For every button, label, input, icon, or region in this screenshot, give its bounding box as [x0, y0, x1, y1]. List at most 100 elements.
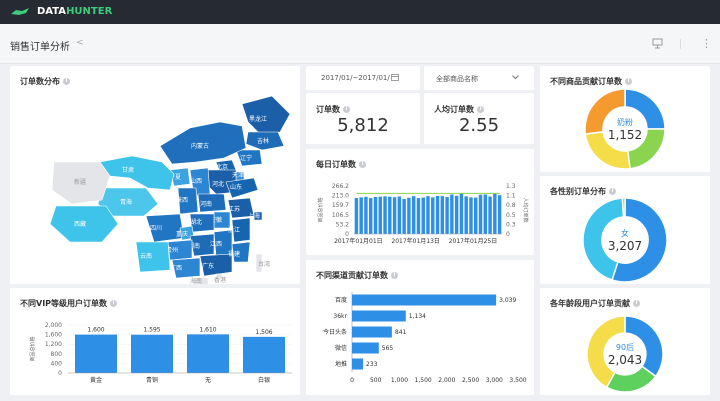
bar — [352, 342, 379, 354]
age-donut-chart[interactable]: 90后2,043 — [540, 288, 710, 395]
province-shape — [241, 95, 291, 135]
order-count-value: 5,812 — [337, 115, 389, 136]
vip-bar-chart: 2,000 1,600 1,200 800 400 0 商品总价格 1,600 黄金 1,595 青… — [29, 322, 292, 384]
bar-value-label: 841 — [395, 329, 407, 336]
x-tick-label: 1,500 — [415, 377, 432, 384]
display-icon[interactable] — [652, 38, 663, 49]
y-tick-label: 微信 — [335, 344, 347, 352]
donut-center-label: 90后 — [616, 342, 634, 352]
bar — [440, 196, 445, 234]
donut-center-value: 2,043 — [608, 353, 642, 367]
x-tick-label: 500 — [370, 377, 382, 384]
x-tick-label: 2,000 — [438, 377, 455, 384]
y-tick-label: 百度 — [335, 296, 347, 304]
top-bar: DATAHUNTER — [0, 0, 720, 24]
province-label: 云南 — [140, 252, 152, 260]
bar-value-label: 565 — [382, 345, 394, 352]
y-tick-label: 266.2 — [332, 183, 349, 190]
y-tick-label: 36kr — [333, 313, 347, 320]
donut-center-value: 3,207 — [608, 239, 642, 253]
product-select[interactable]: 全部商品名称 — [424, 66, 534, 90]
channel-orders-card: 不同渠道贡献订单数 i 0 500 1,000 1,500 2,000 2,500 3,000… — [306, 260, 534, 395]
bar-value-label: 3,039 — [499, 297, 516, 304]
bar — [397, 196, 402, 234]
avg-orders-value: 2.55 — [458, 115, 500, 136]
y-tick-label: 800 — [51, 351, 63, 358]
y-tick-label: 53.2 — [336, 221, 350, 228]
avg-orders-card: 人均订单数 i 2.55 — [424, 93, 534, 144]
bar — [431, 197, 435, 234]
x-tick-label: 黄金 — [90, 376, 102, 384]
gender-donut-chart[interactable]: 女3,207 — [540, 176, 710, 284]
bar — [368, 198, 373, 234]
daily-orders-chart: 266.2 213.0 159.7 106.5 53.2 0 1.3 1.1 0.8 0.5 0.3… — [317, 183, 529, 245]
product-select-value: 全部商品名称 — [436, 75, 478, 83]
bar — [493, 193, 497, 234]
donut-center-label: 女 — [621, 228, 629, 238]
china-map[interactable]: 黑龙江吉林辽宁内蒙古北京河北天津山西宁夏甘肃青海西藏新疆陕西河南山东江苏安徽湖北… — [10, 66, 300, 284]
bar-value-label: 233 — [366, 361, 378, 368]
more-icon[interactable]: ⋮ — [701, 37, 712, 50]
gender-orders-card: 各性别订单分布 i 女 3,207 — [540, 176, 710, 284]
province-label: 福建 — [228, 250, 240, 258]
bar — [352, 294, 497, 306]
share-icon[interactable]: < — [76, 38, 84, 48]
bar — [75, 334, 117, 373]
bar — [450, 194, 454, 234]
province-label: 河北 — [212, 180, 224, 188]
bar — [402, 199, 406, 234]
province-label: 重庆 — [176, 230, 188, 238]
chevron-down-icon — [512, 75, 519, 80]
calendar-icon — [391, 74, 399, 81]
bar-value-label: 1,506 — [255, 329, 272, 336]
y2-tick-label: 1.1 — [506, 193, 516, 200]
page-title: 销售订单分析 — [10, 42, 70, 53]
province-label: 四川 — [150, 225, 162, 232]
bar — [421, 197, 425, 234]
bar — [478, 194, 483, 234]
province-label: 天津 — [232, 172, 244, 179]
bar — [454, 195, 459, 234]
bar — [411, 196, 416, 234]
bar — [383, 196, 387, 234]
donut-center-label: 奶粉 — [617, 117, 633, 127]
logo-icon — [11, 8, 29, 15]
order-count-card: 订单数 i 5,812 — [306, 93, 420, 144]
province-label: 内蒙古 — [191, 142, 209, 150]
y-tick-label: 106.5 — [332, 212, 349, 219]
order-map-card: 订单数分布 i 黑龙江 吉林 辽宁 内蒙古 北京 河北 天津 山西 宁夏 甘肃 青海 西藏 新疆 陕西 河南山… — [10, 66, 300, 284]
x-tick-label: 3,500 — [509, 377, 526, 384]
province-label: 台湾 — [258, 260, 270, 268]
province-label: 香港 — [214, 276, 226, 284]
bar — [373, 197, 378, 234]
bar — [378, 196, 382, 234]
date-range-value: 2017/01/~2017/01/ — [321, 74, 390, 82]
bar — [416, 198, 421, 234]
bar — [359, 197, 363, 234]
info-icon[interactable]: i — [343, 106, 350, 113]
product-donut-chart[interactable]: 奶粉1,152 — [540, 66, 710, 172]
x-tick-label: 3,000 — [486, 377, 503, 384]
y-tick-label: 0 — [345, 231, 349, 238]
app-logo[interactable]: DATAHUNTER — [37, 6, 112, 17]
bar — [243, 336, 285, 373]
province-label: 广东 — [202, 262, 214, 270]
y-tick-label: 今日头条 — [323, 328, 347, 336]
province-label: 西藏 — [74, 220, 86, 228]
donut-slice — [605, 365, 657, 393]
bar — [407, 197, 411, 234]
bar — [497, 195, 502, 234]
bar-value-label: 1,595 — [143, 327, 160, 334]
info-icon[interactable]: i — [477, 106, 484, 113]
date-range-picker[interactable]: 2017/01/~2017/01/ — [306, 66, 420, 90]
bar — [488, 196, 492, 234]
y2-tick-label: 0.5 — [506, 212, 516, 219]
y-tick-label: 1,200 — [45, 341, 62, 348]
bar — [459, 193, 464, 234]
y-tick-label: 1,600 — [45, 332, 62, 339]
bar — [392, 197, 397, 234]
province-label: 海南 — [190, 277, 202, 284]
bar — [388, 196, 392, 234]
y-tick-label: 159.7 — [332, 202, 349, 209]
bar-value-label: 1,600 — [87, 327, 104, 334]
